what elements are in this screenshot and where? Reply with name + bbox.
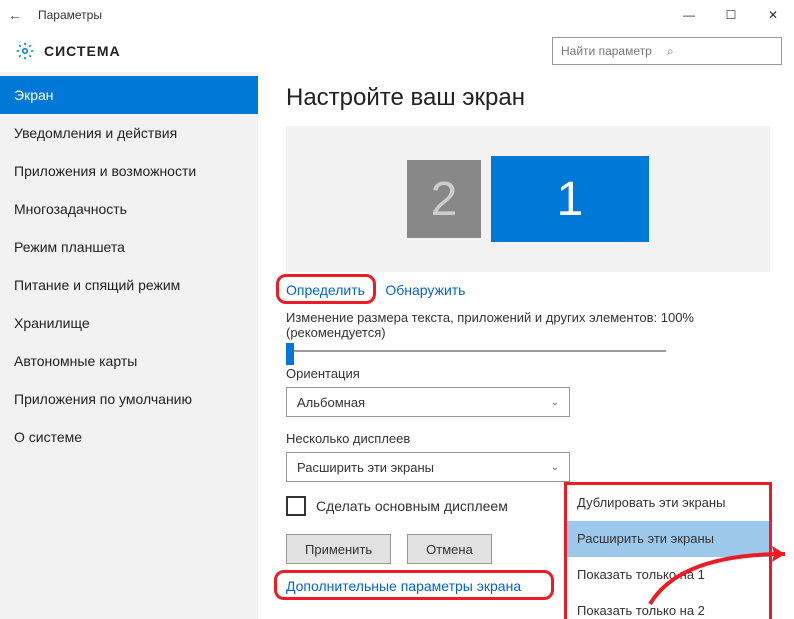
slider-thumb[interactable] bbox=[286, 343, 294, 365]
search-placeholder: Найти параметр bbox=[561, 44, 667, 58]
dropdown-option-only2[interactable]: Показать только на 2 bbox=[567, 593, 769, 619]
scale-slider[interactable] bbox=[286, 350, 666, 352]
sidebar-item-maps[interactable]: Автономные карты bbox=[0, 342, 258, 380]
advanced-display-link[interactable]: Дополнительные параметры экрана bbox=[286, 578, 521, 594]
multi-display-select[interactable]: Расширить эти экраны ⌄ bbox=[286, 452, 570, 482]
display-arrangement[interactable]: 2 1 bbox=[286, 126, 770, 272]
identify-link[interactable]: Определить bbox=[286, 282, 365, 298]
orientation-select[interactable]: Альбомная ⌄ bbox=[286, 387, 570, 417]
chevron-down-icon: ⌄ bbox=[551, 462, 559, 473]
search-input[interactable]: Найти параметр ⌕ bbox=[552, 37, 782, 65]
apply-button[interactable]: Применить bbox=[286, 534, 391, 564]
close-button[interactable]: ✕ bbox=[752, 0, 794, 30]
display-2[interactable]: 2 bbox=[407, 160, 481, 238]
gear-icon bbox=[16, 42, 34, 60]
sidebar-item-tablet[interactable]: Режим планшета bbox=[0, 228, 258, 266]
window-title: Параметры bbox=[38, 8, 102, 22]
detect-link[interactable]: Обнаружить bbox=[385, 282, 465, 298]
back-button[interactable]: ← bbox=[8, 7, 32, 23]
sidebar-item-power[interactable]: Питание и спящий режим bbox=[0, 266, 258, 304]
minimize-button[interactable]: — bbox=[668, 0, 710, 30]
cancel-button[interactable]: Отмена bbox=[407, 534, 492, 564]
primary-display-checkbox[interactable] bbox=[286, 496, 306, 516]
dropdown-option-only1[interactable]: Показать только на 1 bbox=[567, 557, 769, 593]
orientation-value: Альбомная bbox=[297, 395, 365, 410]
dropdown-option-extend[interactable]: Расширить эти экраны bbox=[567, 521, 769, 557]
sidebar-item-default-apps[interactable]: Приложения по умолчанию bbox=[0, 380, 258, 418]
sidebar-item-notifications[interactable]: Уведомления и действия bbox=[0, 114, 258, 152]
maximize-button[interactable]: ☐ bbox=[710, 0, 752, 30]
sidebar-item-multitask[interactable]: Многозадачность bbox=[0, 190, 258, 228]
sidebar-item-about[interactable]: О системе bbox=[0, 418, 258, 456]
primary-display-label: Сделать основным дисплеем bbox=[316, 498, 508, 514]
multi-display-label: Несколько дисплеев bbox=[286, 431, 770, 446]
orientation-label: Ориентация bbox=[286, 366, 770, 381]
sidebar-item-storage[interactable]: Хранилище bbox=[0, 304, 258, 342]
sidebar-item-display[interactable]: Экран bbox=[0, 76, 258, 114]
sidebar-item-apps[interactable]: Приложения и возможности bbox=[0, 152, 258, 190]
multi-display-value: Расширить эти экраны bbox=[297, 460, 434, 475]
multi-display-dropdown: Дублировать эти экраны Расширить эти экр… bbox=[564, 482, 772, 619]
chevron-down-icon: ⌄ bbox=[551, 397, 559, 408]
page-title: Настройте ваш экран bbox=[286, 84, 770, 112]
display-1[interactable]: 1 bbox=[491, 156, 649, 242]
header-title: СИСТЕМА bbox=[44, 43, 121, 59]
dropdown-option-duplicate[interactable]: Дублировать эти экраны bbox=[567, 485, 769, 521]
scale-label: Изменение размера текста, приложений и д… bbox=[286, 310, 770, 340]
search-icon: ⌕ bbox=[667, 44, 773, 59]
sidebar: Экран Уведомления и действия Приложения … bbox=[0, 72, 258, 619]
